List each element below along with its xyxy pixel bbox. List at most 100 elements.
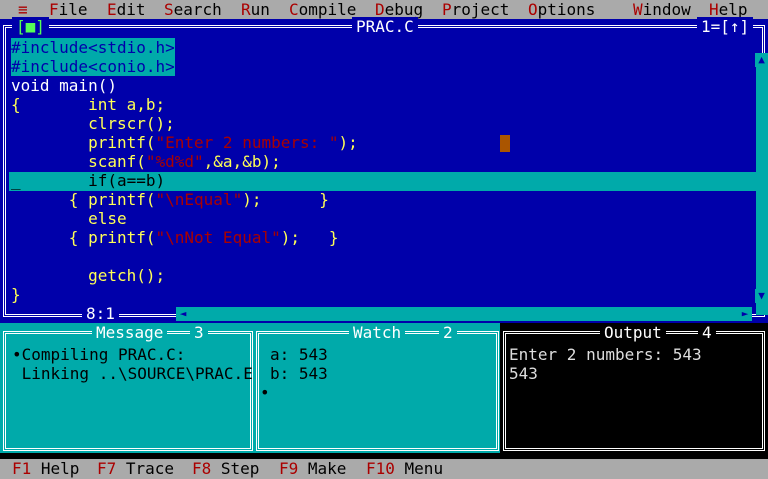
watch-item[interactable]: a: 543 [270,345,328,364]
menu-window-label: indow [642,0,691,19]
code-line[interactable]: { printf("\nEqual"); } [11,190,329,209]
code-text: getch(); [11,266,166,285]
output-line: 543 [509,364,538,383]
code-text: { int a,b; [11,95,166,114]
menu-window[interactable]: Window [633,0,691,19]
menu-file[interactable]: File [49,0,88,19]
window-number-zoom[interactable]: 1=[↑] [697,17,754,36]
code-text: if(a==b) [11,171,166,190]
code-string: "\nNot Equal" [155,228,281,247]
status-trace[interactable]: F7 Trace [97,459,174,479]
watch-window[interactable]: Watch 2 a: 543 b: 543 • [254,323,500,453]
code-line[interactable]: #include<conio.h> [11,57,175,76]
status-menu-label: Menu [394,459,444,478]
status-make-label: Make [298,459,347,478]
output-line: Enter 2 numbers: 543 [509,345,702,364]
close-box-icon[interactable]: [■] [12,17,49,36]
code-line[interactable]: #include<stdio.h> [11,38,175,57]
menu-run-hotkey: R [241,0,251,19]
status-bar: F1 Help F7 Trace F8 Step F9 Make F10 Men… [0,459,768,479]
menu-search-label: earch [173,0,222,19]
code-text: #include<stdio.h> [11,38,175,57]
output-window-number: 4 [698,323,716,342]
watch-marker: • [260,383,270,402]
watch-title: Watch [349,323,406,342]
status-trace-key: F7 [97,459,117,478]
menu-project[interactable]: Project [442,0,509,19]
code-line[interactable]: { int a,b; [11,95,165,114]
status-make-key: F9 [279,459,299,478]
code-line[interactable]: getch(); [11,266,165,285]
editor-window[interactable]: [■] PRAC.C 1=[↑] #include<stdio.h> #incl… [0,17,768,323]
menu-compile[interactable]: Compile [289,0,356,19]
watch-item[interactable]: b: 543 [270,364,328,383]
status-help[interactable]: F1 Help [12,459,79,479]
code-text: ); } [242,190,329,209]
horizontal-scrollbar[interactable] [180,307,740,321]
status-menu[interactable]: F10 Menu [366,459,443,479]
scroll-right-arrow-icon[interactable]: ► [738,307,752,321]
code-text: #include<conio.h> [11,57,175,76]
code-line[interactable]: else [11,209,127,228]
editor-title: PRAC.C [352,17,418,36]
menu-options-hotkey: O [528,0,538,19]
menu-options-label: ptions [537,0,596,19]
menu-project-label: roject [451,0,510,19]
code-text: printf( [11,133,156,152]
code-text: { printf( [11,190,156,209]
menu-edit-hotkey: E [107,0,117,19]
menu-edit-label: dit [116,0,146,19]
bottom-panes: Message 3 •Compiling PRAC.C: Linking ..\… [0,323,768,459]
message-line: Linking ..\SOURCE\PRAC.E [12,364,253,383]
menu-file-hotkey: F [49,0,59,19]
menu-run[interactable]: Run [241,0,270,19]
code-string: "%d%d" [145,152,204,171]
menu-edit[interactable]: Edit [107,0,146,19]
message-window-number: 3 [190,323,208,342]
scroll-down-arrow-icon[interactable]: ▼ [755,289,768,303]
output-title: Output [600,323,666,342]
message-line: •Compiling PRAC.C: [12,345,186,364]
code-line[interactable]: printf("Enter 2 numbers: "); [11,133,358,152]
code-text: } [11,285,21,304]
menu-search[interactable]: Search [164,0,222,19]
code-text: ); } [280,228,339,247]
code-text: void main() [11,76,117,95]
menu-window-hotkey: W [633,0,643,19]
line-marker: _ [11,171,21,190]
status-step-key: F8 [192,459,212,478]
code-line[interactable]: scanf("%d%d",&a,&b); [11,152,281,171]
output-window[interactable]: Output 4 Enter 2 numbers: 543 543 [500,323,768,453]
watch-window-number: 2 [439,323,457,342]
code-text: ); [338,133,358,152]
status-make[interactable]: F9 Make [279,459,346,479]
code-text: ,&a,&b); [203,152,281,171]
code-text: scanf( [11,152,146,171]
menu-compile-label: ompile [298,0,357,19]
cursor-position: 8:1 [82,304,119,323]
message-window[interactable]: Message 3 •Compiling PRAC.C: Linking ..\… [0,323,254,453]
code-text: { printf( [11,228,156,247]
vertical-scrollbar[interactable] [756,67,768,315]
code-string: "Enter 2 numbers: " [155,133,339,152]
menu-compile-hotkey: C [289,0,299,19]
menu-project-hotkey: P [442,0,452,19]
code-string: "\nEqual" [155,190,243,209]
text-cursor [500,135,510,152]
code-line[interactable]: { printf("\nNot Equal"); } [11,228,339,247]
code-line[interactable]: clrscr(); [11,114,175,133]
scroll-left-arrow-icon[interactable]: ◄ [176,307,190,321]
menu-search-hotkey: S [164,0,174,19]
status-help-key: F1 [12,459,32,478]
code-line-current[interactable]: if(a==b) [11,171,165,190]
code-line[interactable]: void main() [11,76,117,95]
menu-run-label: un [250,0,270,19]
status-step[interactable]: F8 Step [192,459,259,479]
code-line[interactable]: } [11,285,21,304]
status-step-label: Step [211,459,260,478]
status-trace-label: Trace [116,459,175,478]
status-menu-key: F10 [366,459,395,478]
scroll-up-arrow-icon[interactable]: ▲ [755,53,768,67]
menu-options[interactable]: Options [528,0,595,19]
status-help-label: Help [31,459,80,478]
